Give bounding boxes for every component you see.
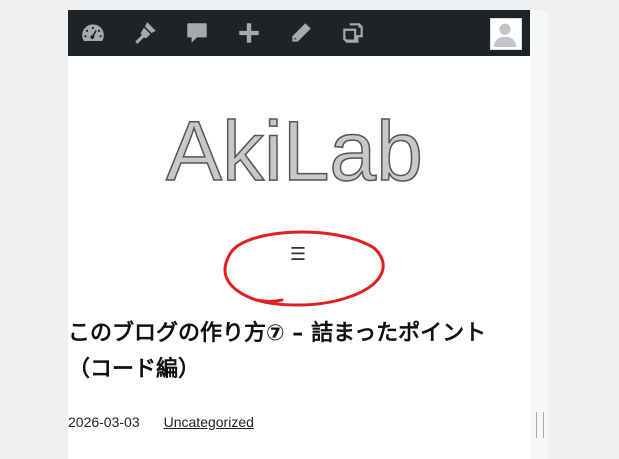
user-avatar-icon[interactable] <box>490 18 522 50</box>
post-category-link[interactable]: Uncategorized <box>164 414 254 430</box>
duplicate-icon[interactable] <box>338 18 368 48</box>
scrollbar-track <box>530 10 548 459</box>
site-logo[interactable]: AkiLab <box>158 102 438 192</box>
scrollbar-handle[interactable] <box>536 412 544 438</box>
menu-toggle-button[interactable]: ☰ <box>280 242 316 266</box>
post-meta: 2026-03-03 Uncategorized <box>68 414 530 430</box>
admin-bar <box>68 10 530 56</box>
edit-icon[interactable] <box>286 18 316 48</box>
post-title[interactable]: このブログの作り方⑦ – 詰まったポイント（コード編） <box>68 316 530 388</box>
post-date: 2026-03-03 <box>68 414 140 430</box>
comments-icon[interactable] <box>182 18 212 48</box>
new-content-icon[interactable] <box>234 18 264 48</box>
dashboard-icon[interactable] <box>78 18 108 48</box>
site-logo-text: AkiLab <box>166 104 423 192</box>
customize-icon[interactable] <box>130 18 160 48</box>
page: AkiLab ☰ このブログの作り方⑦ – 詰まったポイント（コード編） 202… <box>68 10 548 459</box>
